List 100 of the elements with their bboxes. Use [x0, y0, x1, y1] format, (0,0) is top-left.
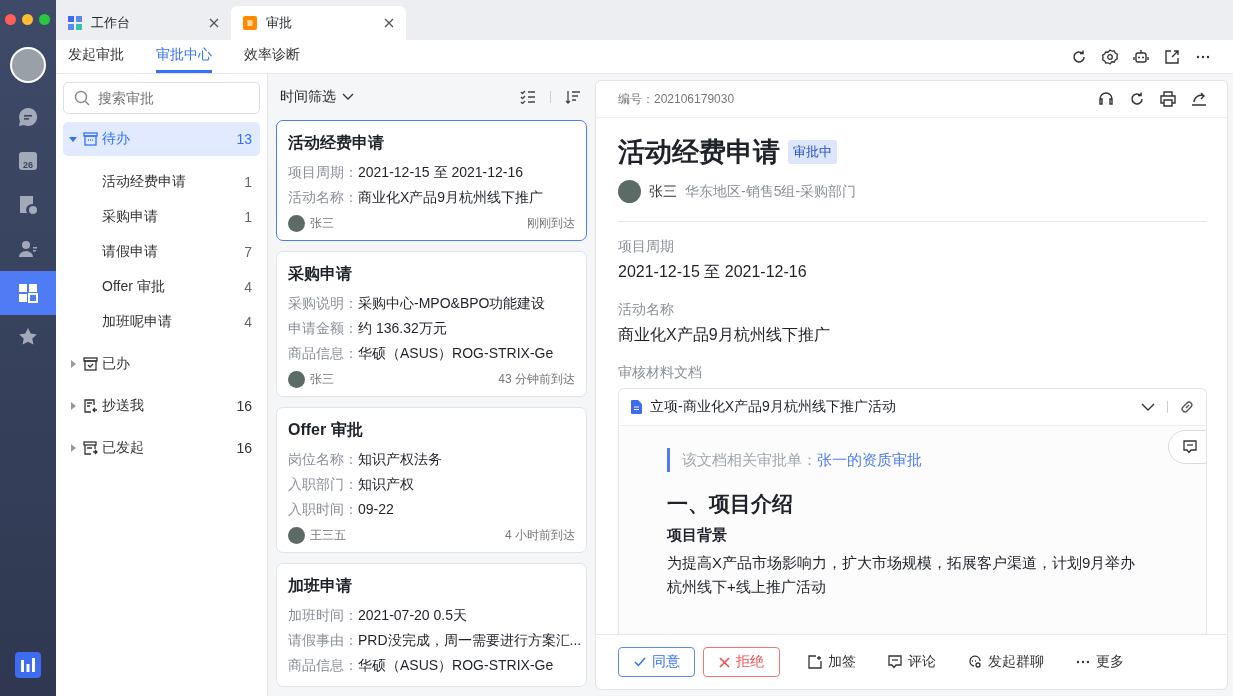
- card-title: 采购申请: [288, 264, 353, 284]
- field-label: 审核材料文档: [618, 364, 703, 382]
- field-label: 请假事由：: [288, 632, 358, 648]
- action-button[interactable]: 拒绝: [703, 647, 780, 677]
- settings-icon[interactable]: [1102, 48, 1118, 65]
- print-icon[interactable]: [1160, 91, 1176, 107]
- window-tab[interactable]: 工作台: [56, 6, 231, 40]
- action-button[interactable]: 更多: [1064, 647, 1136, 677]
- department-label: 华东地区-销售5组-采购部门: [685, 182, 857, 201]
- window-tab[interactable]: 审批: [231, 6, 406, 40]
- avatar: [288, 527, 305, 544]
- rail-item[interactable]: [0, 271, 56, 315]
- caret-icon: [69, 135, 77, 143]
- action-button[interactable]: 加签: [796, 647, 868, 677]
- tree-item-label: 请假申请: [102, 242, 158, 261]
- tree-item[interactable]: 抄送我 16: [63, 389, 260, 423]
- external-link-icon[interactable]: [1164, 48, 1180, 65]
- arrival-time: 43 分钟前到达: [498, 371, 575, 388]
- field-label: 商品信息：: [288, 345, 358, 361]
- field-value: 华硕（ASUS）ROG-STRIX-Ge: [358, 657, 554, 673]
- tree-item-label: 抄送我: [102, 397, 145, 415]
- field-value: 商业化X产品9月杭州线下推广: [618, 325, 831, 345]
- tree-item[interactable]: 待办 13: [63, 122, 260, 156]
- card-title: Offer 审批: [288, 420, 364, 440]
- rail-item[interactable]: 26: [0, 139, 56, 183]
- tree-child-item[interactable]: 请假申请 7: [63, 234, 260, 269]
- tree-item[interactable]: 已办: [63, 347, 260, 381]
- author-name: 张三: [310, 371, 334, 388]
- nav-tab[interactable]: 发起审批: [68, 40, 124, 73]
- contacts-icon: [18, 239, 38, 259]
- count-label: 16: [236, 440, 252, 456]
- search-box[interactable]: 搜索审批: [63, 82, 260, 114]
- time-filter-dropdown[interactable]: 时间筛选: [280, 88, 354, 106]
- tree-child-item[interactable]: 采购申请 1: [63, 199, 260, 234]
- approval-card[interactable]: Offer 审批 岗位名称：知识产权法务 入职部门：知识产权 入职时间：09-22 王三五 4 小时前到达: [276, 407, 587, 553]
- approval-card[interactable]: 活动经费申请 项目周期：2021-12-15 至 2021-12-16 活动名称：商业化X产品9月杭州线下推广 张三 刚刚到达: [276, 120, 587, 241]
- user-avatar[interactable]: [10, 47, 46, 83]
- search-icon: [74, 90, 90, 106]
- comment-icon: [888, 655, 902, 669]
- close-window-button[interactable]: [5, 14, 16, 25]
- action-button[interactable]: 发起群聊: [956, 647, 1056, 677]
- tree-item-label: 待办: [102, 130, 131, 148]
- cross-icon: [719, 656, 730, 668]
- headset-icon[interactable]: [1098, 91, 1114, 107]
- close-icon[interactable]: [384, 18, 394, 28]
- nav-tab[interactable]: 效率诊断: [244, 40, 300, 73]
- document-icon: [631, 400, 642, 414]
- tree-child-item[interactable]: Offer 审批 4: [63, 269, 260, 304]
- minimize-window-button[interactable]: [22, 14, 33, 25]
- approval-card[interactable]: 加班申请 加班时间：2021-07-20 0.5天 请假事由：PRD没完成，周一需要进行方案汇... 商品信息：华硕（ASUS）ROG-STRIX-Ge: [276, 563, 587, 687]
- field-label: 项目周期：: [288, 164, 358, 180]
- tree-item-label: 已发起: [102, 439, 145, 457]
- field-label: 申请金额：: [288, 320, 358, 336]
- stamp-app-icon: [243, 16, 257, 30]
- serial-number: 编号：202106179030: [618, 90, 735, 108]
- document-arrow-icon: [83, 399, 98, 413]
- grid-app-icon: [68, 16, 82, 30]
- document-title[interactable]: 立项-商业化X产品9月杭州线下推广活动: [650, 398, 896, 416]
- field-value: 商业化X产品9月杭州线下推广: [358, 189, 544, 205]
- apps-grid-icon: [18, 283, 38, 303]
- chevron-down-icon: [342, 93, 354, 101]
- field-value: 2021-12-15 至 2021-12-16: [358, 164, 523, 180]
- field-label: 入职时间：: [288, 501, 358, 517]
- tray-icon: [83, 132, 98, 146]
- caret-icon: [69, 444, 77, 452]
- action-button[interactable]: 评论: [876, 647, 948, 677]
- applicant-name: 张三: [649, 182, 677, 201]
- bar-chart-logo-icon[interactable]: [15, 652, 41, 678]
- approval-card[interactable]: 采购申请 采购说明：采购中心-MPO&BPO功能建设 申请金额：约 136.32万元 商品信息：华硕（ASUS）ROG-STRIX-Ge 张三 43 分钟前到达: [276, 251, 587, 397]
- maximize-window-button[interactable]: [39, 14, 50, 25]
- field-label: 岗位名称：: [288, 451, 358, 467]
- checked-tray-icon: [83, 357, 98, 371]
- field-label: 活动名称: [618, 301, 675, 319]
- tree-item-label: 加班呢申请: [102, 312, 172, 331]
- approval-link[interactable]: 张一的资质审批: [817, 451, 922, 468]
- status-tag: 审批中: [788, 140, 837, 164]
- refresh-icon[interactable]: [1071, 48, 1087, 65]
- count-label: 1: [244, 208, 252, 225]
- sort-icon[interactable]: [565, 90, 581, 104]
- link-icon[interactable]: [1180, 400, 1194, 414]
- close-icon[interactable]: [209, 18, 219, 28]
- comment-button[interactable]: [1168, 430, 1206, 464]
- action-button[interactable]: 同意: [618, 647, 695, 677]
- tree-child-item[interactable]: 加班呢申请 4: [63, 304, 260, 339]
- tray-arrow-icon: [83, 441, 98, 455]
- chevron-down-icon[interactable]: [1141, 403, 1155, 411]
- more-icon: [1076, 660, 1090, 664]
- tree-item[interactable]: 已发起 16: [63, 431, 260, 465]
- robot-icon[interactable]: [1133, 48, 1149, 65]
- count-label: 4: [244, 313, 252, 330]
- refresh-icon[interactable]: [1129, 91, 1145, 107]
- field-label: 入职部门：: [288, 476, 358, 492]
- share-icon[interactable]: [1191, 91, 1207, 107]
- tree-child-item[interactable]: 活动经费申请 1: [63, 164, 260, 199]
- field-value: PRD没完成，周一需要进行方案汇...: [358, 632, 582, 648]
- document-subheading: 项目背景: [667, 526, 728, 545]
- count-label: 13: [236, 131, 252, 147]
- count-label: 7: [244, 243, 252, 260]
- checklist-icon[interactable]: [520, 90, 536, 104]
- avatar: [288, 215, 305, 232]
